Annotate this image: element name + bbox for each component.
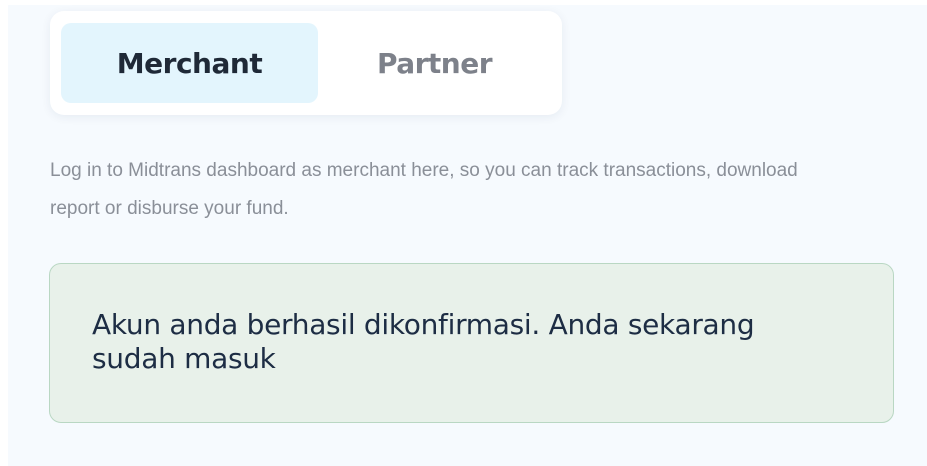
alert-message: Akun anda berhasil dikonfirmasi. Anda se… (92, 308, 755, 375)
tab-partner[interactable]: Partner (318, 23, 551, 103)
login-description: Log in to Midtrans dashboard as merchant… (50, 160, 798, 219)
login-type-switch: Merchant Partner (50, 11, 562, 115)
tab-merchant[interactable]: Merchant (61, 23, 318, 103)
success-alert: Akun anda berhasil dikonfirmasi. Anda se… (49, 263, 894, 423)
